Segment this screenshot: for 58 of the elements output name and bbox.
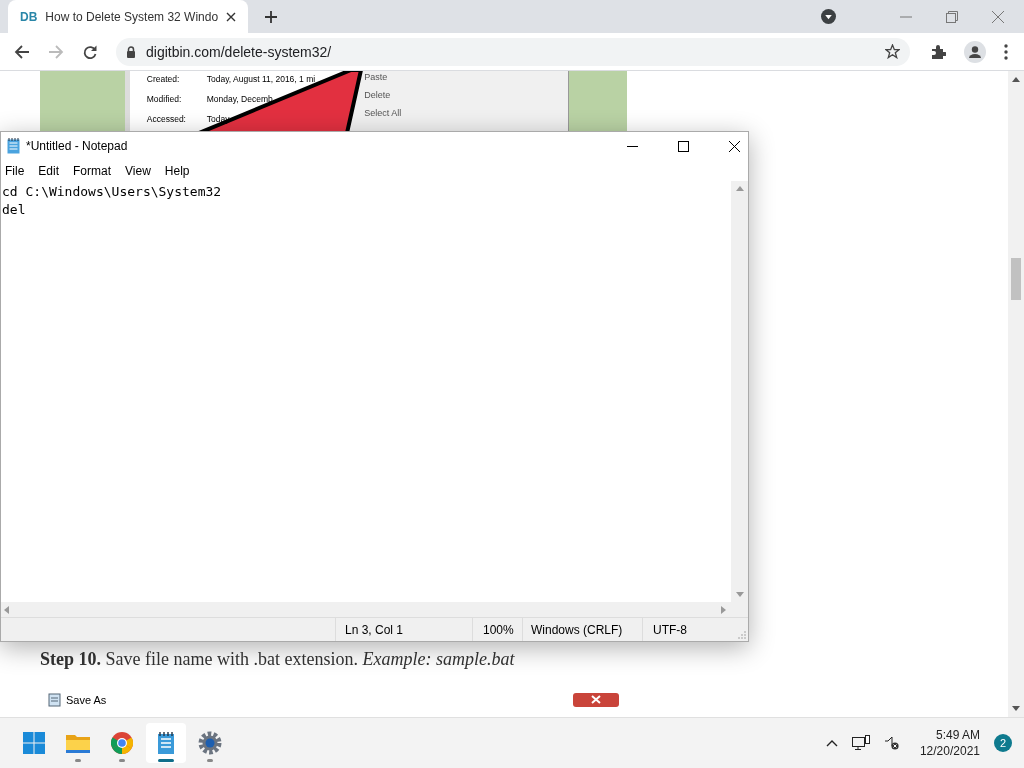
site-favicon: DB — [20, 9, 38, 24]
puzzle-icon[interactable] — [930, 43, 946, 60]
property-label: Created: — [146, 74, 181, 84]
taskbar-app[interactable] — [146, 723, 186, 763]
resize-grip-icon[interactable] — [737, 630, 746, 639]
address-bar[interactable]: digitbin.com/delete-system32/ — [116, 37, 910, 66]
property-label: Modified: — [146, 94, 183, 104]
menu-item[interactable]: Format — [73, 163, 112, 178]
time-text: 5:49 AM — [935, 727, 980, 743]
step-text: Step 10. Save file name with .bat extension. Example: sample.bat — [40, 649, 516, 670]
windows-icon — [23, 732, 45, 754]
gear-icon — [198, 731, 222, 755]
status-text: Windows (CRLF) — [522, 618, 642, 641]
url-text: digitbin.com/delete-system32/ — [146, 43, 332, 60]
scroll-down-icon[interactable] — [1012, 706, 1020, 711]
property-value: Monday, Decemb — [206, 94, 273, 104]
scroll-thumb[interactable] — [1011, 258, 1021, 300]
close-icon[interactable] — [226, 11, 236, 22]
menu-item[interactable]: Edit — [38, 163, 60, 178]
window-title: *Untitled - Notepad — [26, 139, 128, 153]
menu-item[interactable]: File — [5, 163, 25, 178]
profile-icon[interactable] — [964, 40, 986, 63]
side-panel — [567, 71, 627, 131]
maximize-icon[interactable] — [678, 140, 689, 152]
property-label: Accessed: — [146, 114, 187, 124]
browser-icon — [111, 732, 133, 754]
restore-icon[interactable] — [946, 10, 958, 23]
back-icon[interactable] — [14, 43, 30, 60]
property-value: Today, August 11, 2016, 1 mi — [206, 74, 316, 84]
new-tab-icon[interactable] — [264, 9, 278, 24]
date-text: 12/20/2021 — [919, 743, 980, 759]
status-text: UTF-8 — [642, 618, 737, 641]
status-text: 100% — [472, 618, 522, 641]
chevron-up-icon[interactable] — [825, 739, 838, 747]
clock[interactable]: 5:49 AM 12/20/2021 — [919, 727, 980, 759]
close-icon[interactable] — [729, 140, 740, 152]
text-area[interactable]: cd C:\Windows\Users\System32 del — [1, 181, 731, 602]
speaker-muted-icon[interactable] — [883, 736, 900, 750]
notification-badge[interactable]: 2 — [994, 734, 1012, 752]
notepad-icon — [48, 693, 61, 707]
star-icon[interactable] — [885, 44, 900, 59]
menu-item[interactable]: Help — [164, 163, 190, 178]
dropdown-icon[interactable] — [821, 9, 836, 24]
network-icon[interactable] — [851, 735, 870, 751]
menu-icon[interactable] — [1004, 43, 1008, 60]
tab-title: How to Delete System 32 Windo — [45, 9, 218, 24]
notepad-icon — [7, 138, 20, 154]
scroll-up-icon[interactable] — [1012, 77, 1020, 82]
close-icon — [573, 693, 619, 707]
status-text: Ln 3, Col 1 — [335, 618, 472, 641]
browser-tab[interactable]: DB How to Delete System 32 Windo — [8, 0, 248, 33]
reload-icon[interactable] — [82, 43, 98, 60]
lock-icon — [126, 45, 136, 58]
menu-item[interactable]: View — [125, 163, 151, 178]
folder-icon — [66, 733, 90, 753]
dialog-title: Save As — [66, 694, 107, 706]
notepad-icon — [157, 732, 175, 754]
scrollbar[interactable] — [1008, 71, 1024, 717]
